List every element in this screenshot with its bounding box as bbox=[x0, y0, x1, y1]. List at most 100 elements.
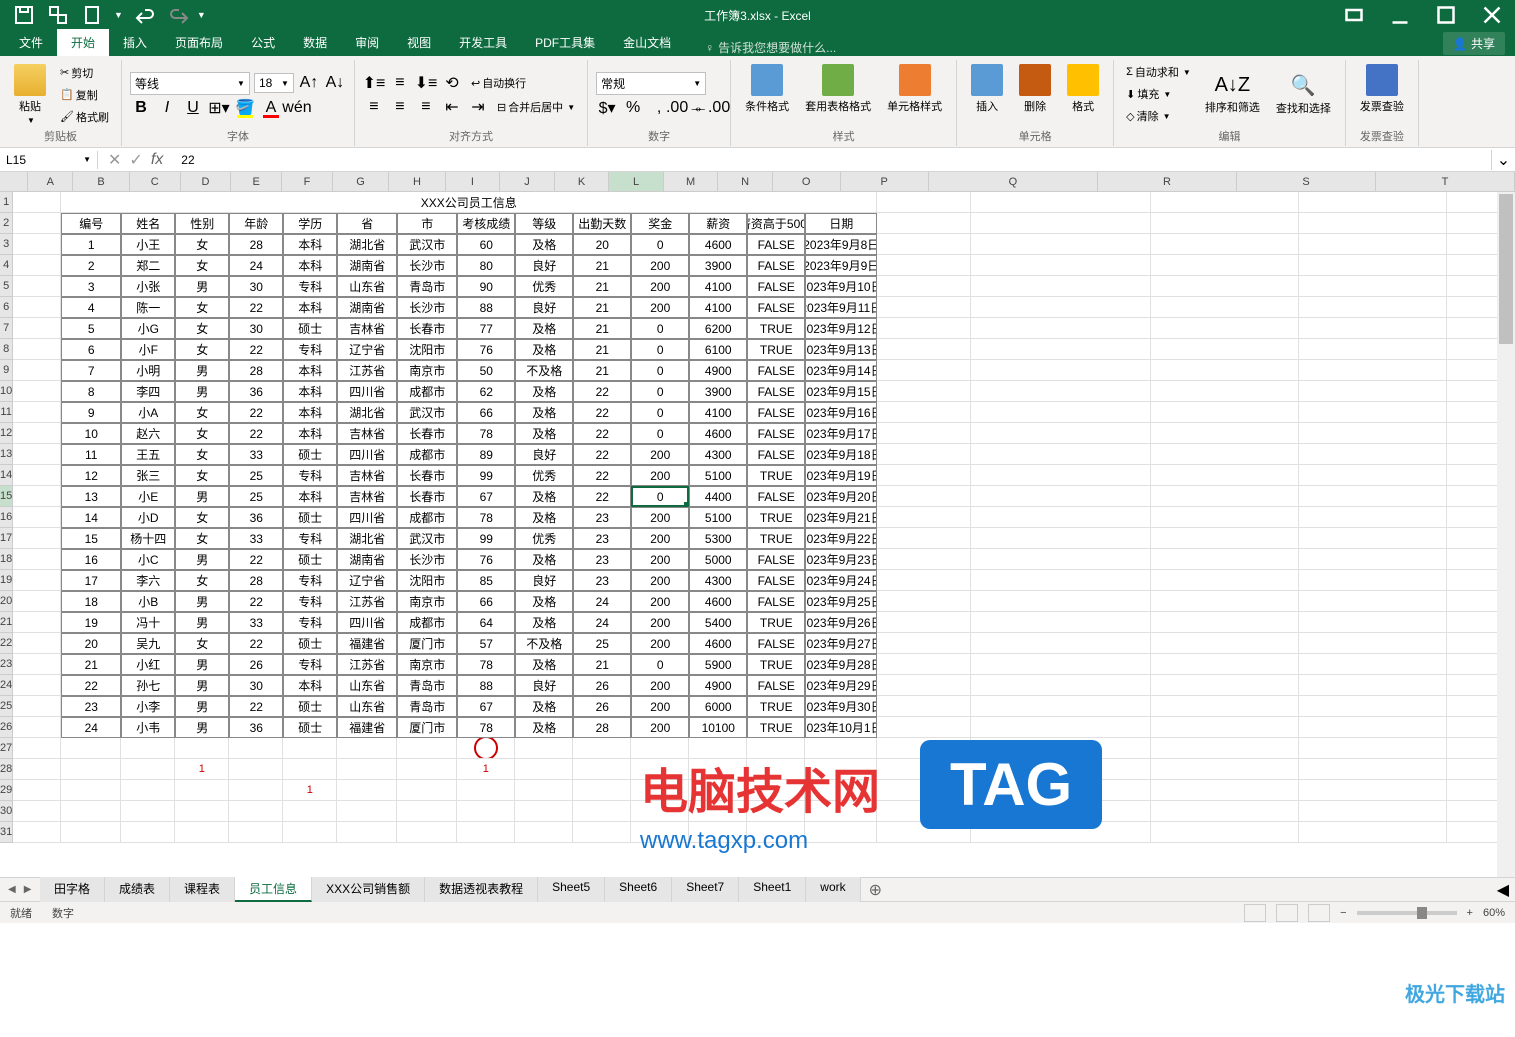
sheet-tab[interactable]: work bbox=[806, 877, 860, 902]
cell[interactable]: 200 bbox=[631, 465, 689, 486]
cell[interactable]: 78 bbox=[457, 507, 515, 528]
cell[interactable]: 小E bbox=[121, 486, 175, 507]
cell[interactable] bbox=[805, 780, 877, 801]
cell[interactable]: 200 bbox=[631, 297, 689, 318]
row-header[interactable]: 4 bbox=[0, 255, 13, 276]
cell[interactable]: 湖北省 bbox=[337, 402, 397, 423]
cell[interactable]: 长沙市 bbox=[397, 549, 457, 570]
row-header[interactable]: 8 bbox=[0, 339, 13, 360]
cell[interactable] bbox=[1299, 402, 1447, 423]
cell[interactable] bbox=[13, 759, 61, 780]
cell[interactable]: 21 bbox=[573, 339, 631, 360]
cell[interactable]: 山东省 bbox=[337, 276, 397, 297]
sheet-tab[interactable]: 田字格 bbox=[40, 877, 105, 902]
percent-icon[interactable]: % bbox=[622, 97, 644, 119]
cell[interactable]: 67 bbox=[457, 696, 515, 717]
cell[interactable]: 7 bbox=[61, 360, 121, 381]
cell[interactable]: 及格 bbox=[515, 549, 573, 570]
cell[interactable]: 0 bbox=[631, 339, 689, 360]
cell[interactable]: 福建省 bbox=[337, 717, 397, 738]
cell[interactable]: 22 bbox=[573, 465, 631, 486]
cell[interactable]: 26 bbox=[573, 675, 631, 696]
cell[interactable]: 2023年9月8日 bbox=[805, 234, 877, 255]
decrease-font-icon[interactable]: A↓ bbox=[324, 72, 346, 94]
cell[interactable]: 女 bbox=[175, 444, 229, 465]
copy-button[interactable]: 📋复制 bbox=[56, 85, 113, 105]
cell[interactable]: 武汉市 bbox=[397, 402, 457, 423]
cell[interactable]: 男 bbox=[175, 549, 229, 570]
cell[interactable] bbox=[573, 801, 631, 822]
cell[interactable]: 吉林省 bbox=[337, 486, 397, 507]
cell[interactable]: 16 bbox=[61, 549, 121, 570]
cell[interactable] bbox=[13, 696, 61, 717]
cell[interactable] bbox=[283, 738, 337, 759]
cell[interactable]: 99 bbox=[457, 528, 515, 549]
cell[interactable]: 青岛市 bbox=[397, 276, 457, 297]
cell[interactable]: 李六 bbox=[121, 570, 175, 591]
cell[interactable] bbox=[515, 801, 573, 822]
cell[interactable] bbox=[877, 402, 971, 423]
cell[interactable] bbox=[971, 822, 1151, 843]
cell[interactable] bbox=[1299, 234, 1447, 255]
cell[interactable] bbox=[1299, 612, 1447, 633]
cell[interactable]: 孙七 bbox=[121, 675, 175, 696]
cell[interactable] bbox=[337, 738, 397, 759]
cell[interactable]: 30 bbox=[229, 675, 283, 696]
row-header[interactable]: 21 bbox=[0, 612, 13, 633]
ribbon-tab-文件[interactable]: 文件 bbox=[5, 29, 57, 56]
column-header[interactable]: A bbox=[28, 172, 73, 191]
row-header[interactable]: 16 bbox=[0, 507, 13, 528]
cell[interactable]: 2023年9月17日 bbox=[805, 423, 877, 444]
row-header[interactable]: 25 bbox=[0, 696, 13, 717]
underline-button[interactable]: U bbox=[182, 97, 204, 119]
cell[interactable] bbox=[1299, 801, 1447, 822]
cell[interactable] bbox=[1299, 381, 1447, 402]
column-header[interactable]: P bbox=[841, 172, 929, 191]
cell[interactable]: 4600 bbox=[689, 633, 747, 654]
cell[interactable] bbox=[877, 759, 971, 780]
cell[interactable]: 女 bbox=[175, 234, 229, 255]
column-header[interactable]: E bbox=[231, 172, 282, 191]
cell[interactable]: 78 bbox=[457, 654, 515, 675]
cell[interactable] bbox=[747, 738, 805, 759]
cell[interactable]: 吴九 bbox=[121, 633, 175, 654]
cell[interactable]: 14 bbox=[61, 507, 121, 528]
cell[interactable] bbox=[457, 822, 515, 843]
cell[interactable]: 小B bbox=[121, 591, 175, 612]
cancel-formula-icon[interactable]: ✕ bbox=[108, 150, 121, 170]
cell[interactable] bbox=[573, 759, 631, 780]
orientation-icon[interactable]: ⟲ bbox=[441, 72, 463, 94]
cell[interactable] bbox=[397, 780, 457, 801]
cell[interactable]: 4900 bbox=[689, 360, 747, 381]
cell[interactable]: 89 bbox=[457, 444, 515, 465]
cell[interactable]: 及格 bbox=[515, 486, 573, 507]
cell[interactable]: 3900 bbox=[689, 381, 747, 402]
cell[interactable] bbox=[805, 738, 877, 759]
cell[interactable]: 女 bbox=[175, 339, 229, 360]
ribbon-tab-开始[interactable]: 开始 bbox=[57, 29, 109, 56]
cell[interactable]: 吉林省 bbox=[337, 318, 397, 339]
cell[interactable]: 3900 bbox=[689, 255, 747, 276]
cell[interactable]: 21 bbox=[573, 276, 631, 297]
cell[interactable] bbox=[877, 633, 971, 654]
cell[interactable]: 硕士 bbox=[283, 717, 337, 738]
cell[interactable]: 78 bbox=[457, 423, 515, 444]
cell[interactable]: 专科 bbox=[283, 570, 337, 591]
cell[interactable]: FALSE bbox=[747, 402, 805, 423]
cell[interactable] bbox=[229, 801, 283, 822]
cell[interactable] bbox=[1151, 633, 1299, 654]
cell[interactable]: 及格 bbox=[515, 339, 573, 360]
cell[interactable]: 80 bbox=[457, 255, 515, 276]
cell[interactable]: 小D bbox=[121, 507, 175, 528]
cell[interactable] bbox=[13, 381, 61, 402]
cell[interactable]: 及格 bbox=[515, 402, 573, 423]
cell[interactable] bbox=[13, 801, 61, 822]
row-header[interactable]: 5 bbox=[0, 276, 13, 297]
cell[interactable]: 良好 bbox=[515, 675, 573, 696]
redo-icon[interactable] bbox=[167, 3, 191, 27]
cell[interactable] bbox=[13, 339, 61, 360]
column-header[interactable]: B bbox=[73, 172, 129, 191]
row-header[interactable]: 6 bbox=[0, 297, 13, 318]
cell[interactable] bbox=[229, 738, 283, 759]
cell[interactable]: 小李 bbox=[121, 696, 175, 717]
